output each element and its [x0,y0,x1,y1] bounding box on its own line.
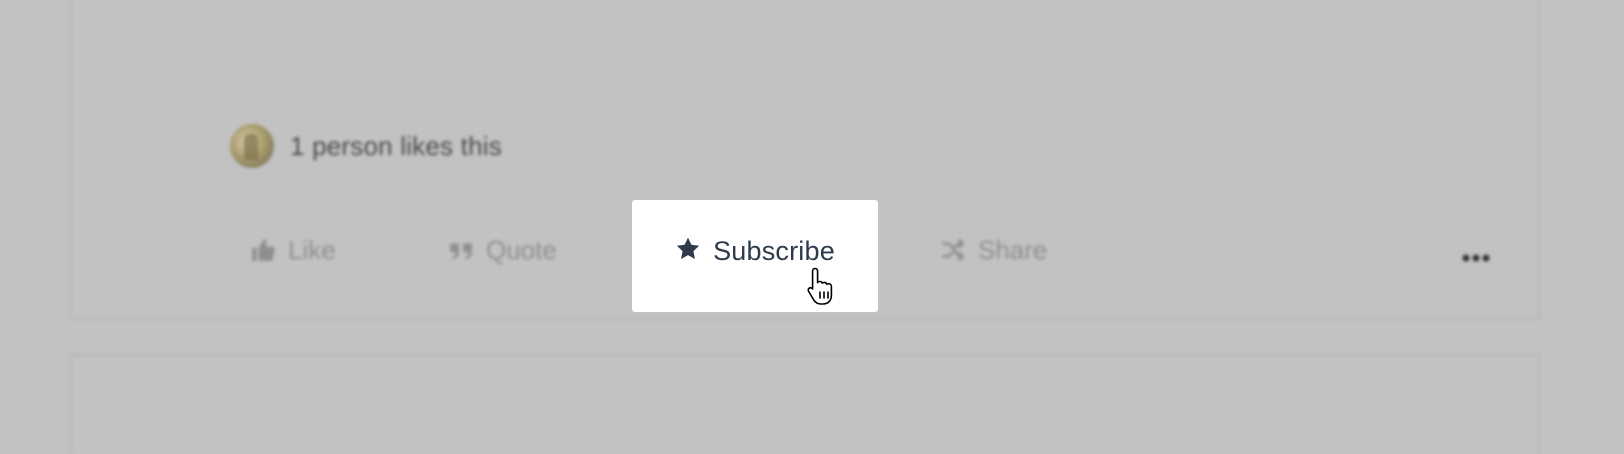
avatar[interactable] [230,124,274,168]
ellipsis-icon [1462,239,1490,270]
like-label: Like [288,234,336,265]
share-label: Share [978,234,1048,265]
like-button[interactable]: Like [250,232,336,268]
star-icon [675,236,701,267]
hand-cursor-icon [806,266,836,306]
likes-summary[interactable]: 1 person likes this [230,124,502,168]
shuffle-icon [940,237,966,263]
subscribe-button[interactable]: Subscribe [632,200,878,312]
share-button[interactable]: Share [940,232,1047,268]
likes-text[interactable]: 1 person likes this [290,131,502,162]
next-post-card [70,354,1540,454]
subscribe-content: Subscribe [675,236,835,267]
more-options-button[interactable] [1462,236,1490,272]
quote-button[interactable]: Quote [448,232,557,268]
thumbs-up-icon [250,237,276,263]
subscribe-label: Subscribe [713,235,835,266]
quote-label: Quote [486,234,557,265]
quote-icon [448,237,474,263]
